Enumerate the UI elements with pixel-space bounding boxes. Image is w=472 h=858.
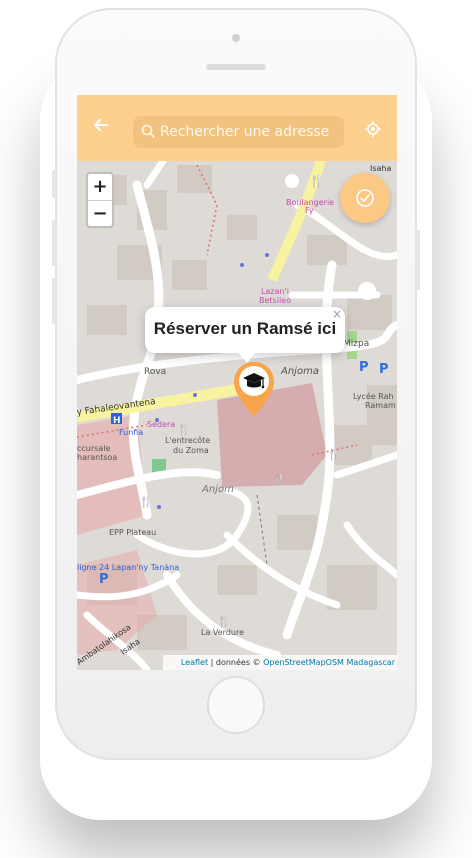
map-label-lentrecote: L'entrecôte xyxy=(165,435,210,445)
phone-speaker xyxy=(206,64,266,70)
leaflet-link[interactable]: Leaflet xyxy=(181,658,208,667)
svg-text:🍴: 🍴 xyxy=(327,448,341,461)
map-label-epp-plateau: EPP Plateau xyxy=(109,528,156,537)
svg-text:P: P xyxy=(99,572,109,587)
app-screen: 🍴 H P P P Boulangerie Fy Lazan'i Betsile… xyxy=(77,95,397,670)
map-label-ligne24: ligne 24 Lapan'ny Tanàna xyxy=(77,563,179,572)
zoom-in-button[interactable]: + xyxy=(88,174,112,201)
map-label-sedera: Sedera xyxy=(147,420,175,429)
map-label-lazani: Lazan'i xyxy=(261,287,289,296)
top-bar xyxy=(77,95,397,161)
location-marker[interactable] xyxy=(232,360,276,418)
map-label-mizpa: Mizpa xyxy=(343,339,369,349)
popup-text: Réserver un Ramsé ici xyxy=(153,319,337,338)
osm-madagascar-link[interactable]: OSM Madagascar xyxy=(326,658,395,667)
search-icon xyxy=(141,124,155,138)
phone-volume-down xyxy=(52,278,56,324)
svg-text:🍴: 🍴 xyxy=(272,473,286,486)
phone-mute-switch xyxy=(52,170,56,198)
phone-power-button xyxy=(416,230,420,290)
map-label-antsoa: harantsoa xyxy=(77,453,117,462)
zoom-control: + − xyxy=(86,172,114,228)
zoom-out-button[interactable]: − xyxy=(88,201,112,227)
map-label-fy: Fy xyxy=(305,206,314,215)
svg-text:🍴: 🍴 xyxy=(177,423,191,436)
svg-text:🍴: 🍴 xyxy=(309,174,324,188)
search-box[interactable] xyxy=(133,116,344,148)
map-label-anjoma-road: Anjoma xyxy=(280,366,319,377)
attribution-text: | données © xyxy=(208,658,264,667)
map-label-rova: Rova xyxy=(144,367,166,377)
map-label-la-verdure: La Verdure xyxy=(201,628,244,637)
map-label-succursale: ccursale xyxy=(77,444,110,453)
svg-text:H: H xyxy=(113,416,121,426)
svg-text:🍴: 🍴 xyxy=(139,495,153,508)
check-circle-icon xyxy=(356,189,374,207)
svg-text:P: P xyxy=(379,362,389,377)
map-label-betsileo: Betsileo xyxy=(259,296,291,305)
map-label-isaha-top: Isaha xyxy=(370,164,392,173)
phone-camera xyxy=(232,34,240,42)
phone-volume-up xyxy=(52,220,56,266)
map-label-ramam: Ramam xyxy=(365,401,396,410)
back-arrow-icon[interactable] xyxy=(91,115,111,135)
svg-text:P: P xyxy=(359,360,369,375)
map-label-funfia: Funfia xyxy=(119,428,143,437)
confirm-fab[interactable] xyxy=(340,173,390,223)
map-attribution: Leaflet | données © OpenStreetMapOSM Mad… xyxy=(163,655,397,670)
locate-icon[interactable] xyxy=(364,120,382,138)
osm-link[interactable]: OpenStreetMap xyxy=(263,658,326,667)
svg-text:🍴: 🍴 xyxy=(217,615,231,628)
search-input[interactable] xyxy=(160,120,340,144)
map-label-lycee: Lycée Rah xyxy=(353,391,394,401)
popup-close-button[interactable]: × xyxy=(331,308,343,320)
map-label-anjoma-area: Anjom xyxy=(201,484,234,495)
phone-home-button[interactable] xyxy=(207,676,265,734)
booking-popup[interactable]: Réserver un Ramsé ici × xyxy=(145,307,345,353)
map-label-du-zoma: du Zoma xyxy=(173,446,209,455)
